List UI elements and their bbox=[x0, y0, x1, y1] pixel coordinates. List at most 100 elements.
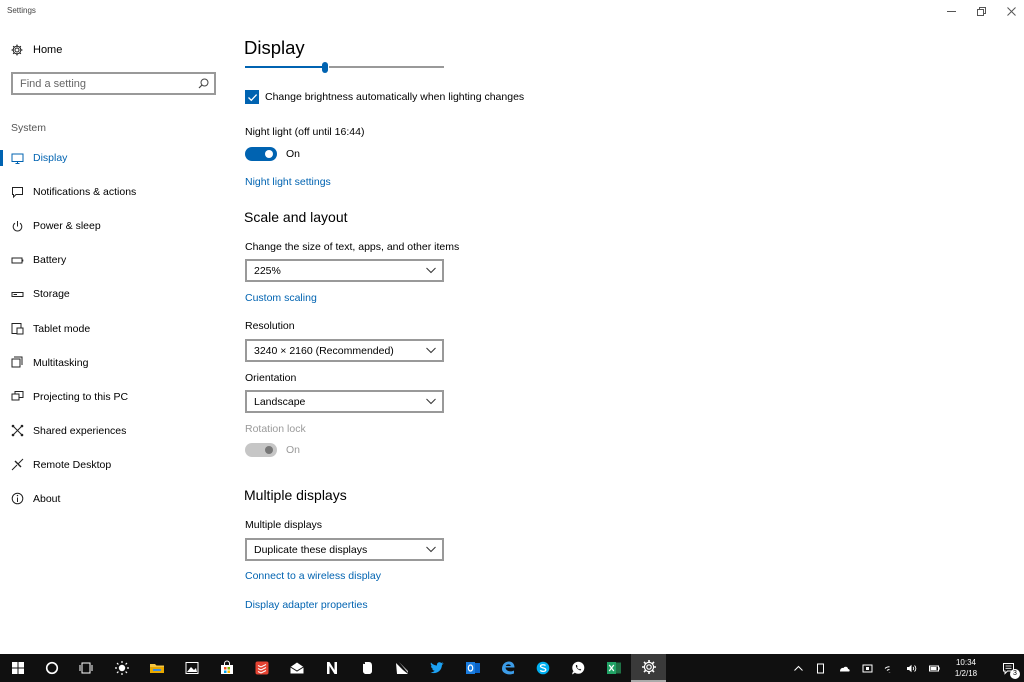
sidebar-item-projecting[interactable]: Projecting to this PC bbox=[0, 380, 226, 414]
sidebar-item-battery[interactable]: Battery bbox=[0, 243, 226, 277]
tray-tablet-button[interactable] bbox=[809, 654, 831, 682]
twitter-app[interactable] bbox=[419, 654, 454, 682]
multiple-displays-heading: Multiple displays bbox=[244, 487, 347, 503]
flipboard-app[interactable] bbox=[384, 654, 419, 682]
section-label-system: System bbox=[11, 122, 47, 134]
clock[interactable]: 10:34 1/2/18 bbox=[948, 657, 984, 679]
network-button[interactable] bbox=[878, 654, 900, 682]
display-adapter-properties-link[interactable]: Display adapter properties bbox=[245, 599, 368, 611]
edge-app[interactable] bbox=[490, 654, 525, 682]
sidebar-item-multitasking[interactable]: Multitasking bbox=[0, 346, 226, 380]
chevron-down-icon bbox=[426, 267, 436, 274]
search-placeholder: Find a setting bbox=[20, 77, 87, 90]
tablet-tray-icon bbox=[816, 663, 824, 673]
flipboard-icon bbox=[395, 662, 408, 674]
volume-button[interactable] bbox=[900, 654, 922, 682]
message-icon bbox=[11, 186, 24, 199]
mail-app[interactable] bbox=[279, 654, 314, 682]
scale-value: 225% bbox=[254, 264, 281, 277]
scale-layout-heading: Scale and layout bbox=[244, 209, 348, 225]
sidebar-item-shared-experiences[interactable]: Shared experiences bbox=[0, 414, 226, 448]
auto-brightness-checkbox[interactable] bbox=[245, 90, 259, 104]
store-app[interactable] bbox=[209, 654, 244, 682]
sidebar-item-label: Power & sleep bbox=[33, 220, 101, 233]
evernote-app[interactable] bbox=[349, 654, 384, 682]
store-icon bbox=[220, 660, 233, 674]
volume-icon bbox=[906, 664, 916, 672]
sidebar-nav: Display Notifications & actions Power & … bbox=[0, 141, 226, 516]
onenote-app[interactable] bbox=[314, 654, 349, 682]
battery-icon bbox=[11, 254, 24, 267]
whatsapp-app[interactable] bbox=[560, 654, 595, 682]
task-view-icon bbox=[79, 662, 92, 674]
rotation-lock-toggle-row: On bbox=[245, 443, 300, 457]
home-link[interactable]: Home bbox=[11, 42, 62, 58]
edge-icon bbox=[501, 661, 514, 675]
todoist-app[interactable] bbox=[244, 654, 279, 682]
search-input[interactable]: Find a setting bbox=[11, 72, 216, 95]
skype-app[interactable] bbox=[525, 654, 560, 682]
taskbar: 10:34 1/2/18 3 bbox=[0, 654, 1024, 682]
weather-app[interactable] bbox=[104, 654, 139, 682]
onedrive-button[interactable] bbox=[833, 654, 855, 682]
sidebar-item-notifications[interactable]: Notifications & actions bbox=[0, 175, 226, 209]
sidebar-item-tablet-mode[interactable]: Tablet mode bbox=[0, 311, 226, 345]
sidebar-item-about[interactable]: About bbox=[0, 482, 226, 516]
task-view-button[interactable] bbox=[68, 654, 103, 682]
battery-button[interactable] bbox=[923, 654, 945, 682]
rotation-lock-toggle bbox=[245, 443, 277, 457]
photos-app[interactable] bbox=[174, 654, 209, 682]
scale-dropdown[interactable]: 225% bbox=[245, 259, 444, 282]
restore-button[interactable] bbox=[966, 0, 996, 22]
night-light-settings-link[interactable]: Night light settings bbox=[245, 176, 331, 188]
sidebar-item-label: Battery bbox=[33, 254, 67, 267]
power-icon bbox=[11, 220, 24, 233]
cortana-button[interactable] bbox=[34, 654, 69, 682]
monitor-icon bbox=[11, 152, 24, 165]
gear-icon bbox=[11, 44, 23, 56]
multiple-displays-value: Duplicate these displays bbox=[254, 543, 368, 556]
sidebar-item-label: Projecting to this PC bbox=[33, 390, 129, 403]
minimize-icon bbox=[946, 10, 956, 12]
whatsapp-icon bbox=[571, 661, 584, 675]
slider-fill bbox=[245, 66, 325, 68]
toggle-knob bbox=[265, 150, 273, 158]
slider-thumb[interactable] bbox=[322, 62, 328, 73]
brightness-slider[interactable] bbox=[245, 62, 444, 76]
orientation-dropdown[interactable]: Landscape bbox=[245, 390, 444, 413]
sidebar-item-power-sleep[interactable]: Power & sleep bbox=[0, 209, 226, 243]
excel-icon bbox=[606, 662, 621, 674]
sidebar-item-label: Shared experiences bbox=[33, 424, 127, 437]
rotation-lock-state: On bbox=[286, 444, 301, 456]
sidebar-item-storage[interactable]: Storage bbox=[0, 277, 226, 311]
tray-display-button[interactable] bbox=[856, 654, 878, 682]
close-button[interactable] bbox=[996, 0, 1024, 22]
resolution-value: 3240 × 2160 (Recommended) bbox=[254, 344, 394, 357]
search-icon[interactable] bbox=[198, 78, 209, 89]
multiple-displays-label: Multiple displays bbox=[245, 519, 323, 531]
tablet-icon bbox=[11, 322, 24, 335]
show-hidden-icons-button[interactable] bbox=[787, 654, 809, 682]
start-button[interactable] bbox=[0, 654, 35, 682]
onenote-icon bbox=[326, 662, 337, 674]
multiple-displays-dropdown[interactable]: Duplicate these displays bbox=[245, 538, 444, 561]
connect-wireless-display-link[interactable]: Connect to a wireless display bbox=[245, 570, 381, 582]
sidebar-item-remote-desktop[interactable]: Remote Desktop bbox=[0, 448, 226, 482]
night-light-toggle-row[interactable]: On bbox=[245, 147, 300, 161]
orientation-value: Landscape bbox=[254, 395, 306, 408]
clock-time: 10:34 bbox=[955, 658, 977, 667]
auto-brightness-row[interactable]: Change brightness automatically when lig… bbox=[245, 90, 524, 104]
sidebar-item-display[interactable]: Display bbox=[0, 141, 226, 175]
outlook-app[interactable] bbox=[455, 654, 490, 682]
orientation-label: Orientation bbox=[245, 372, 297, 384]
action-center-button[interactable]: 3 bbox=[992, 654, 1024, 682]
resolution-dropdown[interactable]: 3240 × 2160 (Recommended) bbox=[245, 339, 444, 362]
settings-app[interactable] bbox=[631, 654, 666, 682]
minimize-button[interactable] bbox=[936, 0, 966, 22]
night-light-toggle[interactable] bbox=[245, 147, 277, 161]
file-explorer-app[interactable] bbox=[139, 654, 174, 682]
remote-icon bbox=[11, 458, 24, 471]
custom-scaling-link[interactable]: Custom scaling bbox=[245, 292, 317, 304]
excel-app[interactable] bbox=[596, 654, 631, 682]
scale-label: Change the size of text, apps, and other… bbox=[245, 241, 460, 253]
